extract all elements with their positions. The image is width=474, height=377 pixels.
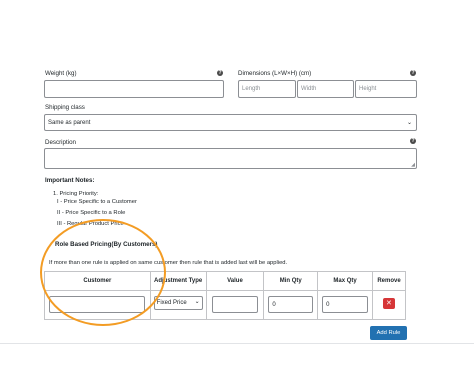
priority-title: 1. Pricing Priority:	[53, 191, 99, 197]
column-header-value: Value	[205, 271, 265, 291]
width-input[interactable]: Width	[297, 80, 354, 98]
chevron-down-icon: ⌄	[194, 299, 200, 305]
dimensions-label: Dimensions (L×W×H) (cm)	[238, 70, 312, 77]
chevron-down-icon: ⌄	[406, 120, 412, 126]
min-qty-cell: 0	[263, 290, 319, 320]
min-qty-input[interactable]: 0	[268, 296, 314, 313]
max-qty-cell: 0	[317, 290, 373, 320]
weight-label: Weight (kg)	[45, 70, 77, 77]
shipping-class-select[interactable]: Same as parent ⌄	[44, 114, 417, 131]
divider	[0, 343, 474, 344]
column-header-min-qty: Min Qty	[263, 271, 319, 291]
weight-help-icon[interactable]: ?	[217, 70, 223, 76]
priority-item: II - Price Specific to a Role	[57, 210, 126, 216]
notes-heading: Important Notes:	[45, 177, 95, 184]
column-header-remove: Remove	[371, 271, 407, 291]
adjustment-type-select[interactable]: Fixed Price ⌄	[153, 296, 203, 310]
weight-input[interactable]	[44, 80, 224, 98]
height-input[interactable]: Height	[355, 80, 417, 98]
resize-handle-icon[interactable]: ◢	[411, 162, 415, 168]
priority-item: I - Price Specific to a Customer	[57, 199, 137, 205]
description-help-icon[interactable]: ?	[410, 138, 416, 144]
description-label: Description	[45, 139, 76, 146]
shipping-class-label: Shipping class	[45, 104, 85, 111]
highlight-circle	[40, 219, 166, 326]
value-cell	[205, 290, 265, 320]
remove-rule-button[interactable]: ✕	[382, 298, 395, 309]
length-input[interactable]: Length	[238, 80, 296, 98]
max-qty-input[interactable]: 0	[322, 296, 369, 313]
add-rule-button[interactable]: Add Rule	[370, 326, 407, 340]
dimensions-help-icon[interactable]: ?	[410, 70, 416, 76]
remove-cell: ✕	[371, 290, 407, 320]
description-textarea[interactable]: ◢	[44, 148, 417, 169]
variation-panel: Weight (kg) ? Dimensions (L×W×H) (cm) ? …	[0, 0, 474, 377]
value-input[interactable]	[211, 296, 258, 313]
column-header-max-qty: Max Qty	[317, 271, 373, 291]
